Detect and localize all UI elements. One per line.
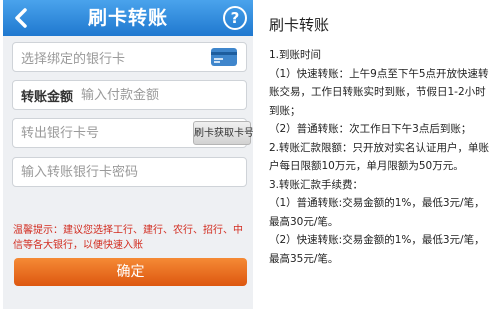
confirm-button[interactable]: 确定 — [14, 258, 247, 286]
password-field[interactable] — [12, 157, 247, 187]
bound-card-select[interactable]: 选择绑定的银行卡 — [12, 42, 247, 72]
card-number-input[interactable] — [13, 124, 193, 142]
article-line: 2.转账汇款限额：只开放对实名认证用户，单账户每日限额10万元，单月限额为50万… — [269, 141, 490, 173]
warm-tip: 温馨提示：建议您选择工行、建行、农行、招行、中信等各大银行，以便快速入账 — [13, 225, 243, 251]
article-line: （1）快速转账：上午9点至下午5点开放快速转账交易，工作日转账实时到账，节假日1… — [269, 67, 489, 117]
chevron-left-icon — [15, 8, 27, 28]
password-input[interactable] — [13, 163, 246, 181]
article: 刷卡转账 1.到账时间 （1）快速转账：上午9点至下午5点开放快速转账交易，工作… — [269, 10, 494, 268]
amount-label: 转账金额 — [21, 89, 74, 105]
article-line: （1）普通转账:交易金额的1%，最低3元/笔，最高30元/笔。 — [269, 197, 485, 228]
amount-field[interactable]: 转账金额 — [12, 80, 247, 110]
card-number-field[interactable]: 刷卡获取卡号 — [12, 118, 253, 148]
bound-card-label: 选择绑定的银行卡 — [21, 51, 126, 67]
help-button[interactable]: ? — [223, 6, 247, 30]
article-line: 3.转账汇款手续费： — [269, 178, 364, 191]
page-title: 刷卡转账 — [87, 7, 168, 29]
article-line: 1.到账时间 — [269, 49, 322, 61]
article-line: （2）普通转账：次工作日下午3点后到账； — [269, 123, 472, 135]
article-line: （2）快速转账:交易金额的1%，最低3元/笔，最高35元/笔。 — [269, 234, 485, 265]
back-button[interactable] — [7, 4, 35, 32]
article-title: 刷卡转账 — [269, 16, 330, 34]
header-bar: 刷卡转账 ? — [3, 0, 253, 36]
amount-input[interactable] — [79, 86, 246, 104]
bank-card-icon[interactable] — [210, 47, 238, 67]
phone-screen: 刷卡转账 ? 选择绑定的银行卡 转账金额 刷卡获取卡号 温馨提示：建议您选择工行… — [3, 0, 253, 309]
swipe-card-button[interactable]: 刷卡获取卡号 — [193, 121, 253, 145]
